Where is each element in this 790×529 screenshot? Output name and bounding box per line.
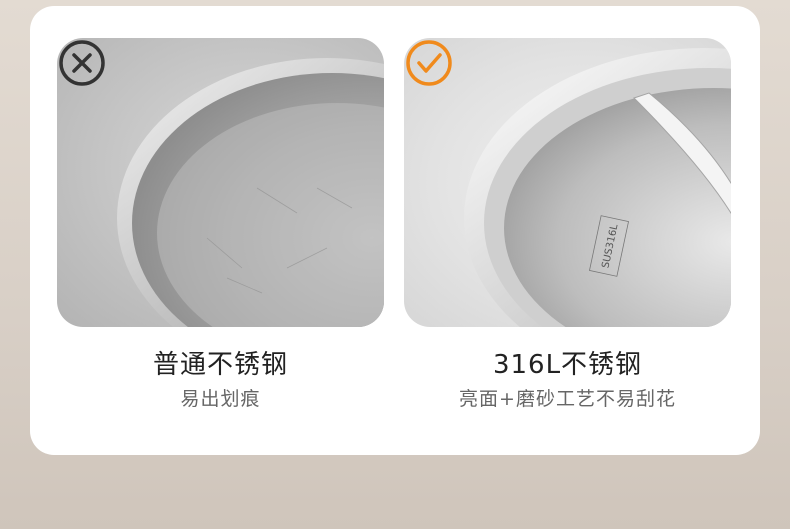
316l-steel-image: SUS316L bbox=[404, 38, 731, 327]
check-circle-icon bbox=[406, 40, 452, 86]
comparison-card: SUS316L 普通不锈钢 易出划痕 316L不锈钢 亮面+磨砂工艺不易刮花 bbox=[30, 6, 760, 455]
ordinary-steel-image bbox=[57, 38, 384, 327]
ordinary-steel-title: 普通不锈钢 bbox=[152, 350, 288, 380]
ordinary-steel-subtitle: 易出划痕 bbox=[180, 388, 261, 410]
316l-steel-title: 316L不锈钢 bbox=[492, 350, 643, 380]
cross-circle-icon bbox=[59, 40, 105, 86]
316l-steel-subtitle: 亮面+磨砂工艺不易刮花 bbox=[459, 388, 676, 410]
